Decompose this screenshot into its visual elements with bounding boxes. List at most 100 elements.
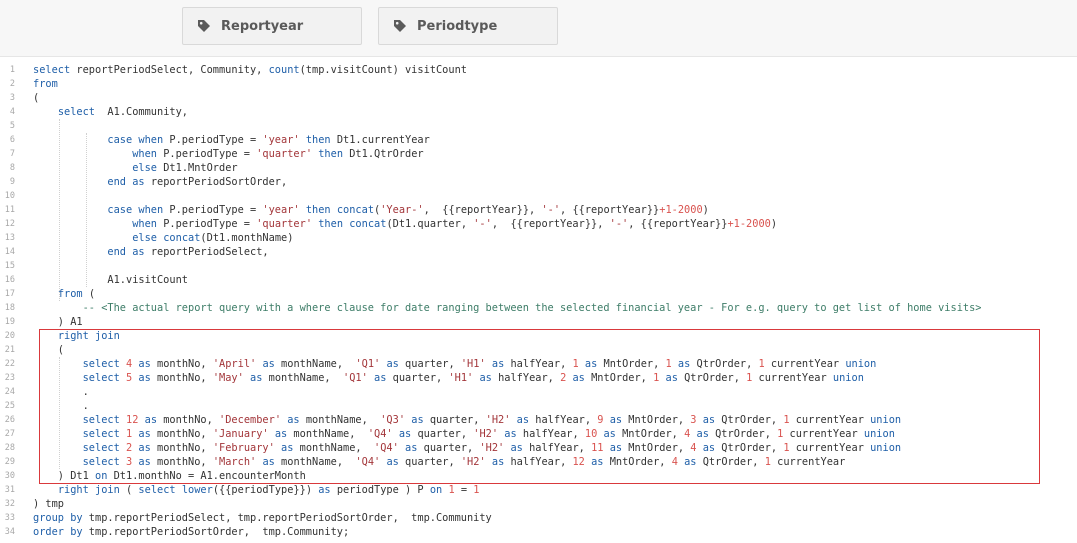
code-text: MntOrder, (622, 442, 691, 454)
code-text: monthNo, (150, 456, 213, 468)
code-string: 'December' (219, 414, 282, 426)
code-text-line: case when P.periodType = 'year' then Dt1… (33, 133, 430, 147)
code-string: 'May' (212, 372, 244, 384)
code-text: ) (770, 218, 778, 230)
code-text-line: -- <The actual report query with a where… (33, 301, 982, 315)
code-text-line: when P.periodType = 'quarter' then Dt1.Q… (33, 147, 423, 161)
code-line: 17 from ( (0, 287, 1077, 301)
code-text: MntOrder, (603, 456, 672, 468)
code-keyword: as (702, 414, 716, 426)
code-text: currentYear (770, 456, 846, 468)
code-text: tmp.reportPeriodSortOrder, tmp.Community… (82, 526, 350, 538)
line-number: 2 (9, 79, 15, 89)
reportyear-filter-button[interactable]: Reportyear (182, 7, 362, 45)
code-text: . (33, 400, 89, 412)
code-text: , {{reportYear}}, (491, 218, 610, 230)
line-number: 12 (4, 219, 15, 229)
code-keyword: as (398, 428, 412, 440)
code-text: monthNo, (150, 442, 213, 454)
code-keyword: select (82, 358, 120, 370)
code-text-line: right join (33, 329, 120, 343)
sql-code-editor[interactable]: 1 select reportPeriodSelect, Community, c… (0, 63, 1077, 543)
code-keyword: union (870, 414, 902, 426)
code-text: halfYear, (504, 358, 573, 370)
code-text: ( (82, 288, 96, 300)
code-line: 2 from (0, 77, 1077, 91)
code-text: QtrOrder, (708, 428, 778, 440)
code-string: 'H2' (485, 414, 511, 426)
code-keyword: as (250, 372, 263, 384)
code-keyword: as (411, 414, 424, 426)
code-line: 26 select 12 as monthNo, 'December' as m… (0, 413, 1077, 427)
code-keyword: as (132, 246, 145, 258)
code-keyword: end (107, 176, 127, 188)
tag-icon (393, 19, 407, 33)
code-keyword: concat (336, 204, 375, 216)
code-line: 34 order by tmp.reportPeriodSortOrder, tm… (0, 525, 1077, 539)
line-number: 11 (4, 205, 15, 215)
line-number: 8 (9, 163, 15, 173)
filter-toolbar: Reportyear Periodtype (0, 0, 1077, 57)
code-keyword: as (584, 358, 598, 370)
code-text: ( (119, 484, 139, 496)
code-text-line: from (33, 77, 58, 91)
code-keyword: order by (33, 526, 83, 538)
code-text: currentYear (752, 372, 833, 384)
code-keyword: as (491, 456, 505, 468)
code-keyword: as (318, 484, 331, 496)
code-keyword: as (684, 456, 697, 468)
code-string: 'Q4' (355, 456, 381, 468)
code-text-line: . (33, 385, 89, 399)
line-number: 3 (9, 93, 15, 103)
code-line: 21 ( (0, 343, 1077, 357)
code-line: 4 select A1.Community, (0, 105, 1077, 119)
code-text: QtrOrder, (690, 358, 759, 370)
code-text: A1.Community, (95, 106, 189, 118)
code-keyword: as (504, 428, 517, 440)
line-number: 18 (4, 303, 15, 313)
indent-guide (86, 133, 87, 287)
line-number: 6 (9, 135, 15, 145)
code-line: 8 else Dt1.MntOrder (0, 161, 1077, 175)
code-text-line: . (33, 399, 89, 413)
code-string: 'H2' (460, 456, 486, 468)
code-text: currentYear (789, 442, 871, 454)
code-text: quarter, (398, 358, 461, 370)
code-text: monthName, (274, 456, 356, 468)
code-text-line: ( (33, 343, 64, 357)
code-keyword: as (262, 358, 275, 370)
code-line: 25 . (0, 399, 1077, 413)
code-text-line: else Dt1.MntOrder (33, 161, 237, 175)
code-keyword: from (33, 78, 58, 90)
code-text: Dt1.currentYear (330, 134, 430, 146)
code-keyword: when (132, 218, 158, 230)
code-text: monthName, (299, 414, 381, 426)
line-number: 17 (4, 289, 15, 299)
code-text: monthName, (274, 358, 356, 370)
code-text: (Dt1.quarter, (386, 218, 474, 230)
code-line: 6 case when P.periodType = 'year' then D… (0, 133, 1077, 147)
code-number: 11 (591, 442, 604, 454)
code-line: 16 A1.visitCount (0, 273, 1077, 287)
code-keyword: as (603, 428, 616, 440)
code-keyword: select (138, 484, 176, 496)
code-text: halfYear, (529, 414, 598, 426)
code-keyword: as (138, 442, 151, 454)
code-line: 24 . (0, 385, 1077, 399)
code-keyword: as (479, 372, 492, 384)
code-line: 32) tmp (0, 497, 1077, 511)
code-text: MntOrder, (597, 358, 666, 370)
code-string: 'Q4' (374, 442, 399, 454)
code-line: 19 ) A1 (0, 315, 1077, 329)
code-line: 18 -- <The actual report query with a wh… (0, 301, 1077, 315)
code-keyword: on (95, 470, 108, 482)
code-text-line: select 5 as monthNo, 'May' as monthName,… (33, 371, 864, 385)
line-number: 29 (4, 457, 15, 467)
periodtype-filter-button[interactable]: Periodtype (378, 7, 558, 45)
code-text: A1.visitCount (33, 274, 188, 286)
